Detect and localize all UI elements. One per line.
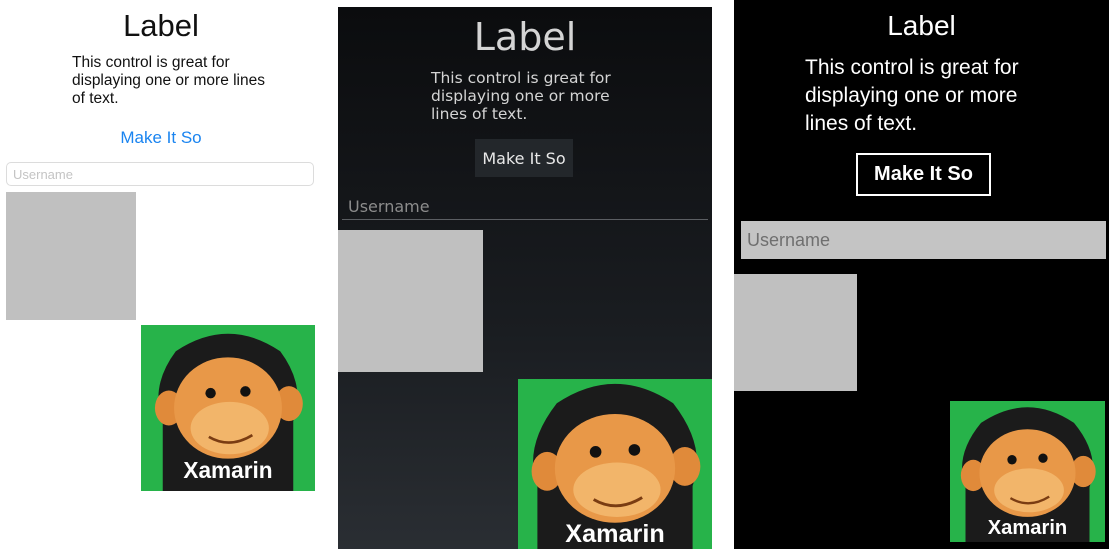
description-text: This control is great for displaying one…: [72, 54, 265, 107]
image-caption: Xamarin: [565, 520, 664, 548]
gray-box: [338, 230, 483, 372]
make-it-so-button[interactable]: Make It So: [475, 139, 573, 177]
android-panel: Label This control is great for displayi…: [338, 7, 712, 549]
gray-box: [734, 274, 857, 391]
label-title: Label: [123, 8, 199, 43]
label-title: Label: [887, 10, 956, 41]
make-it-so-button[interactable]: Make It So: [856, 153, 991, 196]
windows-phone-panel: Label This control is great for displayi…: [734, 0, 1109, 549]
monkey-image: Xamarin: [950, 401, 1105, 542]
ios-panel: Label This control is great for displayi…: [0, 0, 322, 549]
username-input[interactable]: [342, 194, 708, 220]
username-input[interactable]: [6, 162, 314, 186]
monkey-image: Xamarin: [518, 379, 712, 549]
description-text: This control is great for displaying one…: [431, 69, 611, 123]
image-caption: Xamarin: [988, 517, 1067, 539]
label-title: Label: [473, 15, 577, 59]
username-input[interactable]: [741, 221, 1106, 259]
monkey-image: Xamarin: [141, 325, 315, 491]
make-it-so-button[interactable]: Make It So: [0, 128, 322, 148]
gray-box: [6, 192, 136, 320]
description-text: This control is great for displaying one…: [805, 56, 1019, 135]
image-caption: Xamarin: [183, 457, 272, 483]
